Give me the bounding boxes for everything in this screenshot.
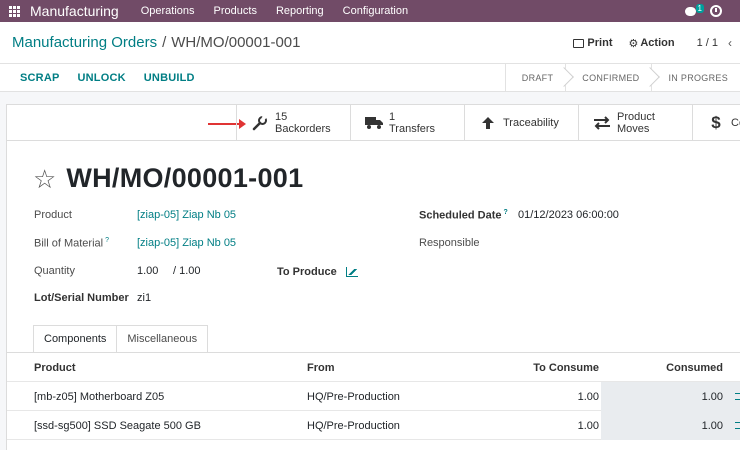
col-consumed-header[interactable]: Consumed [666, 362, 723, 374]
col-product-header[interactable]: Product [34, 362, 76, 374]
wrench-icon [251, 115, 269, 131]
grid-icon [8, 5, 20, 17]
backorders-count: 15 [275, 111, 288, 123]
tab-miscellaneous[interactable]: Miscellaneous [116, 325, 209, 353]
tab-components[interactable]: Components [33, 325, 118, 353]
scheduled-help-icon[interactable]: ? [504, 209, 508, 216]
row-product: [mb-z05] Motherboard Z05 [34, 391, 165, 403]
menu-configuration[interactable]: Configuration [343, 5, 408, 17]
form-control-row: SCRAP UNLOCK UNBUILD DRAFT CONFIRMED IN … [0, 64, 740, 92]
status-draft[interactable]: DRAFT [504, 64, 566, 91]
status-bar: DRAFT CONFIRMED IN PROGRES [504, 64, 740, 91]
scheduled-date-field[interactable]: 01/12/2023 06:00:00 [518, 209, 619, 221]
scheduled-date-label: Scheduled Date? [419, 209, 508, 222]
cost-label: Co [731, 117, 740, 129]
traceability-label: Traceability [503, 117, 559, 129]
menu-reporting[interactable]: Reporting [276, 5, 324, 17]
table-row[interactable]: [ssd-sg500] SSD Seagate 500 GB HQ/Pre-Pr… [7, 411, 740, 440]
traceability-smart-button[interactable]: Traceability [464, 105, 578, 141]
row-from: HQ/Pre-Production [307, 391, 400, 403]
product-moves-smart-button[interactable]: Product Moves [578, 105, 692, 141]
unlock-button[interactable]: UNLOCK [78, 72, 126, 84]
bom-help-icon[interactable]: ? [105, 237, 109, 244]
status-in-progress[interactable]: IN PROGRES [651, 64, 740, 91]
apps-menu-button[interactable] [0, 0, 28, 22]
quantity-label: Quantity [34, 265, 75, 277]
row-consumed[interactable]: 1.00 [702, 420, 723, 432]
lot-serial-label: Lot/Serial Number [34, 292, 129, 304]
breadcrumb-separator: / [162, 34, 167, 51]
lot-serial-field[interactable]: zi1 [137, 292, 151, 304]
quantity-field[interactable]: 1.00 [137, 265, 158, 277]
clock-icon[interactable] [710, 5, 722, 17]
print-icon [573, 38, 585, 48]
table-row[interactable]: [mb-z05] Motherboard Z05 HQ/Pre-Producti… [7, 382, 740, 411]
form-sheet: 15 Backorders 1 Transfers Traceability P… [6, 104, 740, 450]
transfers-count: 1 [389, 111, 396, 123]
row-consumed[interactable]: 1.00 [702, 391, 723, 403]
bom-field[interactable]: [ziap-05] Ziap Nb 05 [137, 237, 236, 249]
gear-icon: ⚙ [628, 37, 639, 50]
record-title: ☆ WH/MO/00001-001 [33, 163, 303, 194]
responsible-label: Responsible [419, 237, 480, 249]
detail-list-icon[interactable] [735, 422, 740, 429]
breadcrumb-parent-link[interactable]: Manufacturing Orders [12, 34, 157, 51]
action-label: Action [640, 37, 675, 49]
truck-icon [365, 115, 383, 131]
product-field[interactable]: [ziap-05] Ziap Nb 05 [137, 209, 236, 221]
pager-value[interactable]: 1 / 1 [697, 37, 718, 49]
arrow-up-icon [479, 115, 497, 131]
col-to-consume-header[interactable]: To Consume [533, 362, 599, 374]
top-navbar: Manufacturing Operations Products Report… [0, 0, 740, 22]
cost-smart-button[interactable]: $ Co [692, 105, 740, 141]
mo-title: WH/MO/00001-001 [66, 163, 304, 193]
col-from-header[interactable]: From [307, 362, 335, 374]
status-confirmed[interactable]: CONFIRMED [565, 64, 651, 91]
transfers-label: Transfers [389, 123, 436, 135]
components-table: Product From To Consume Consumed [mb-z05… [7, 353, 740, 440]
print-button[interactable]: Print [573, 37, 612, 49]
chat-icon[interactable]: 1 [678, 3, 704, 16]
product-label: Product [34, 209, 72, 221]
forecast-chart-icon[interactable] [346, 267, 358, 277]
scrap-button[interactable]: SCRAP [20, 72, 60, 84]
product-moves-label-2: Moves [617, 123, 650, 135]
backorders-label: Backorders [275, 123, 331, 135]
action-button[interactable]: ⚙ Action [628, 37, 674, 50]
row-to-consume: 1.00 [577, 420, 599, 432]
transfers-smart-button[interactable]: 1 Transfers [350, 105, 464, 141]
control-panel-header: Manufacturing Orders / WH/MO/00001-001 Pri… [0, 22, 740, 64]
exchange-icon [593, 115, 611, 131]
backorders-smart-button[interactable]: 15 Backorders [236, 105, 350, 141]
unbuild-button[interactable]: UNBUILD [144, 72, 195, 84]
smart-button-row: 15 Backorders 1 Transfers Traceability P… [7, 105, 740, 141]
quantity-total: / 1.00 [173, 265, 201, 277]
chevron-left-icon[interactable]: ‹ [728, 36, 732, 50]
row-product: [ssd-sg500] SSD Seagate 500 GB [34, 420, 201, 432]
bom-label: Bill of Material? [34, 237, 109, 250]
breadcrumb: Manufacturing Orders / WH/MO/00001-001 [12, 34, 300, 51]
menu-operations[interactable]: Operations [141, 5, 195, 17]
dollar-icon: $ [711, 113, 721, 132]
table-header-row: Product From To Consume Consumed [7, 353, 740, 382]
to-produce-label: To Produce [277, 266, 337, 278]
chat-badge: 1 [695, 3, 704, 13]
star-icon[interactable]: ☆ [33, 166, 56, 192]
app-brand[interactable]: Manufacturing [30, 3, 119, 19]
row-to-consume: 1.00 [577, 391, 599, 403]
breadcrumb-current: WH/MO/00001-001 [171, 34, 301, 51]
product-moves-label-1: Product [617, 111, 655, 123]
notebook-tabs: Components Miscellaneous [33, 325, 209, 353]
menu-products[interactable]: Products [214, 5, 257, 17]
print-label: Print [587, 37, 613, 49]
row-from: HQ/Pre-Production [307, 420, 400, 432]
detail-list-icon[interactable] [735, 393, 740, 400]
